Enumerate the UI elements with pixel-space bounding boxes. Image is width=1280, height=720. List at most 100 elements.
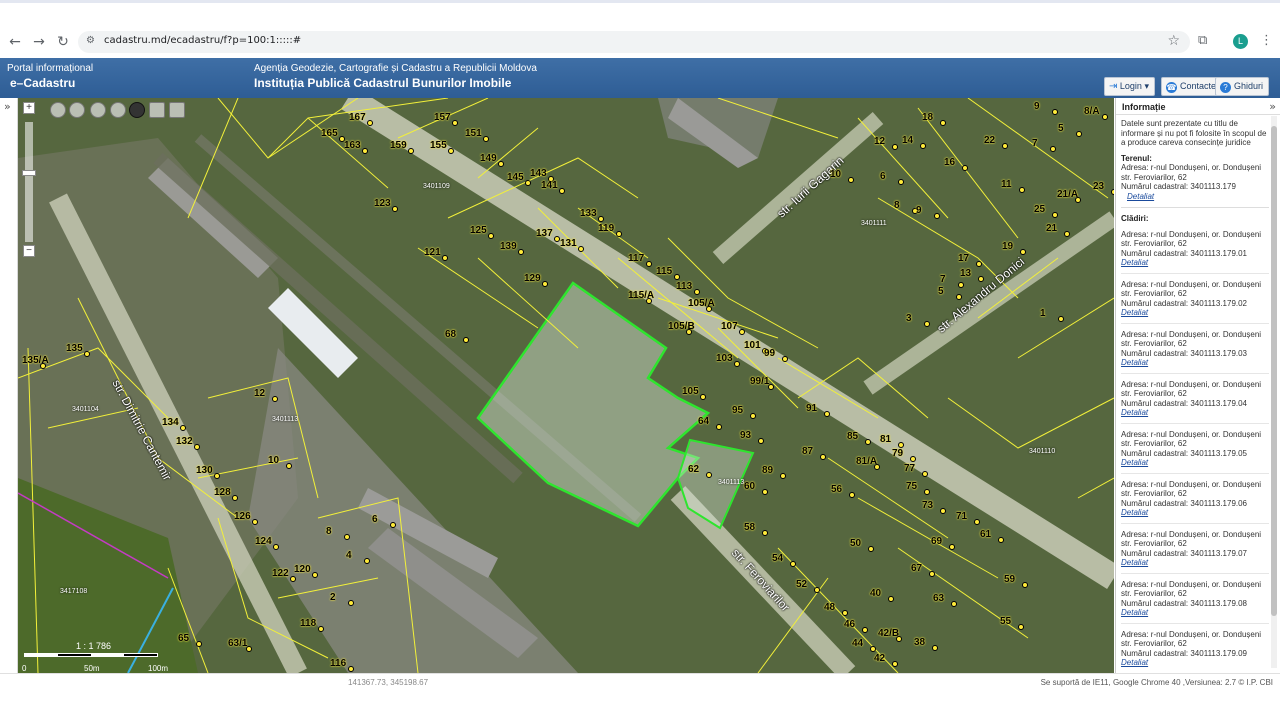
parcel-number-label: 17 [958,253,970,264]
parcel-marker-dot [940,508,946,514]
parcel-marker-dot [956,294,962,300]
parcel-number-label: 141 [541,180,558,191]
parcel-marker-dot [483,136,489,142]
building-detail-link[interactable]: Detaliat [1121,258,1269,268]
bookmark-star-icon[interactable]: ☆ [1167,33,1180,49]
parcel-number-label: 124 [255,536,272,547]
parcel-number-label: 89 [762,465,774,476]
parcel-marker-dot [706,306,712,312]
pan-icon[interactable] [69,102,85,118]
parcel-number-label: 163 [344,140,361,151]
parcel-marker-dot [686,329,692,335]
extensions-icon[interactable]: ⧉ [1198,33,1207,48]
building-entry: Adresa: r-nul Dondușeni, or. Dondușeni st… [1121,330,1269,374]
panel-scrollbar[interactable] [1271,116,1277,668]
parcel-marker-dot [1018,624,1024,630]
parcel-number-label: 12 [254,388,266,399]
scale-bar [24,653,158,657]
parcel-marker-dot [814,587,820,593]
parcel-number-label: 99 [764,348,776,359]
parcel-marker-dot [452,120,458,126]
parcel-marker-dot [962,165,968,171]
parcel-marker-dot [1058,316,1064,322]
parcel-number-label: 44 [852,638,864,649]
parcel-number-label: 50 [850,538,862,549]
building-detail-link[interactable]: Detaliat [1121,508,1269,518]
reload-icon[interactable]: ↻ [54,34,72,50]
parcel-number-label: 131 [560,238,577,249]
map-canvas[interactable]: str. Iurii Gagarin str. Alexandru Donici… [18,98,1114,673]
parcel-marker-dot [750,413,756,419]
building-cadastral-number: Numărul cadastral: 3401113.179.08 [1121,598,1248,608]
parcel-number-label: 2 [330,592,336,603]
expand-sidebar-icon[interactable]: » [4,100,11,113]
parcel-marker-dot [525,180,531,186]
parcel-number-label: 135 [66,343,83,354]
guides-button[interactable]: ? Ghiduri [1215,77,1270,96]
parcel-number-label: 3 [906,313,912,324]
building-detail-link[interactable]: Detaliat [1121,658,1269,668]
login-button[interactable]: ⇥ Login ▾ [1104,77,1155,96]
building-detail-link[interactable]: Detaliat [1121,408,1269,418]
zoom-out-box-icon[interactable] [110,102,126,118]
parcel-marker-dot [196,641,202,647]
parcel-number-label: 9 [916,205,922,216]
info-tool-icon[interactable] [129,102,145,118]
zoom-slider-track[interactable] [25,122,33,242]
parcel-marker-dot [892,661,898,667]
zoom-out-button[interactable]: − [23,245,35,257]
phone-icon: ☎ [1166,82,1177,93]
parcel-marker-dot [700,394,706,400]
zoom-in-button[interactable]: + [23,102,35,114]
parcel-marker-dot [518,249,524,255]
layers-icon[interactable] [169,102,185,118]
zoom-box-icon[interactable] [90,102,106,118]
cadastral-zone-label: 3401111 [861,220,887,227]
cadastral-zone-label: 3417108 [60,588,88,595]
parcel-marker-dot [694,289,700,295]
profile-avatar[interactable]: L [1233,34,1248,49]
collapse-panel-icon[interactable]: » [1269,100,1276,113]
building-address: Adresa: r-nul Dondușeni, or. Dondușeni [1121,379,1262,389]
parcel-number-label: 65 [178,633,190,644]
parcel-number-label: 8 [894,200,900,211]
parcel-marker-dot [344,534,350,540]
site-settings-icon[interactable]: ⚙ [86,35,95,46]
building-detail-link[interactable]: Detaliat [1121,558,1269,568]
parcel-marker-dot [934,213,940,219]
parcel-number-label: 99/1 [750,376,770,387]
building-detail-link[interactable]: Detaliat [1121,458,1269,468]
building-entry: Adresa: r-nul Dondușeni, or. Dondușeni st… [1121,580,1269,624]
print-icon[interactable] [149,102,165,118]
portal-name[interactable]: e–Cadastru [10,76,75,90]
back-icon[interactable]: ← [6,34,24,50]
parcel-number-label: 40 [870,588,882,599]
parcel-number-label: 79 [892,448,904,459]
parcel-marker-dot [932,645,938,651]
parcel-number-label: 93 [740,430,752,441]
building-detail-link[interactable]: Detaliat [1121,358,1269,368]
contacts-button[interactable]: ☎ Contacte [1161,77,1223,96]
zoom-extent-icon[interactable] [50,102,66,118]
parcel-number-label: 60 [744,481,756,492]
parcel-marker-dot [896,636,902,642]
address-bar[interactable]: ⚙ cadastru.md/ecadastru/f?p=100:1:::::# … [78,31,1190,53]
parcel-number-label: 75 [906,481,918,492]
zoom-slider-handle[interactable] [22,170,36,176]
parcel-marker-dot [1002,143,1008,149]
parcel-marker-dot [716,424,722,430]
building-detail-link[interactable]: Detaliat [1121,608,1269,618]
parcel-marker-dot [646,298,652,304]
parcel-number-label: 149 [480,153,497,164]
contacts-label: Contacte [1180,81,1217,91]
panel-title: Informație [1122,102,1166,112]
land-detail-link[interactable]: Detaliat [1127,192,1269,202]
building-address: Adresa: r-nul Dondușeni, or. Dondușeni [1121,629,1262,639]
building-detail-link[interactable]: Detaliat [1121,308,1269,318]
menu-icon[interactable]: ⋮ [1260,33,1273,48]
panel-scrollbar-thumb[interactable] [1271,126,1277,616]
forward-icon[interactable]: → [30,34,48,50]
parcel-marker-dot [824,411,830,417]
parcel-marker-dot [40,363,46,369]
parcel-marker-dot [488,233,494,239]
